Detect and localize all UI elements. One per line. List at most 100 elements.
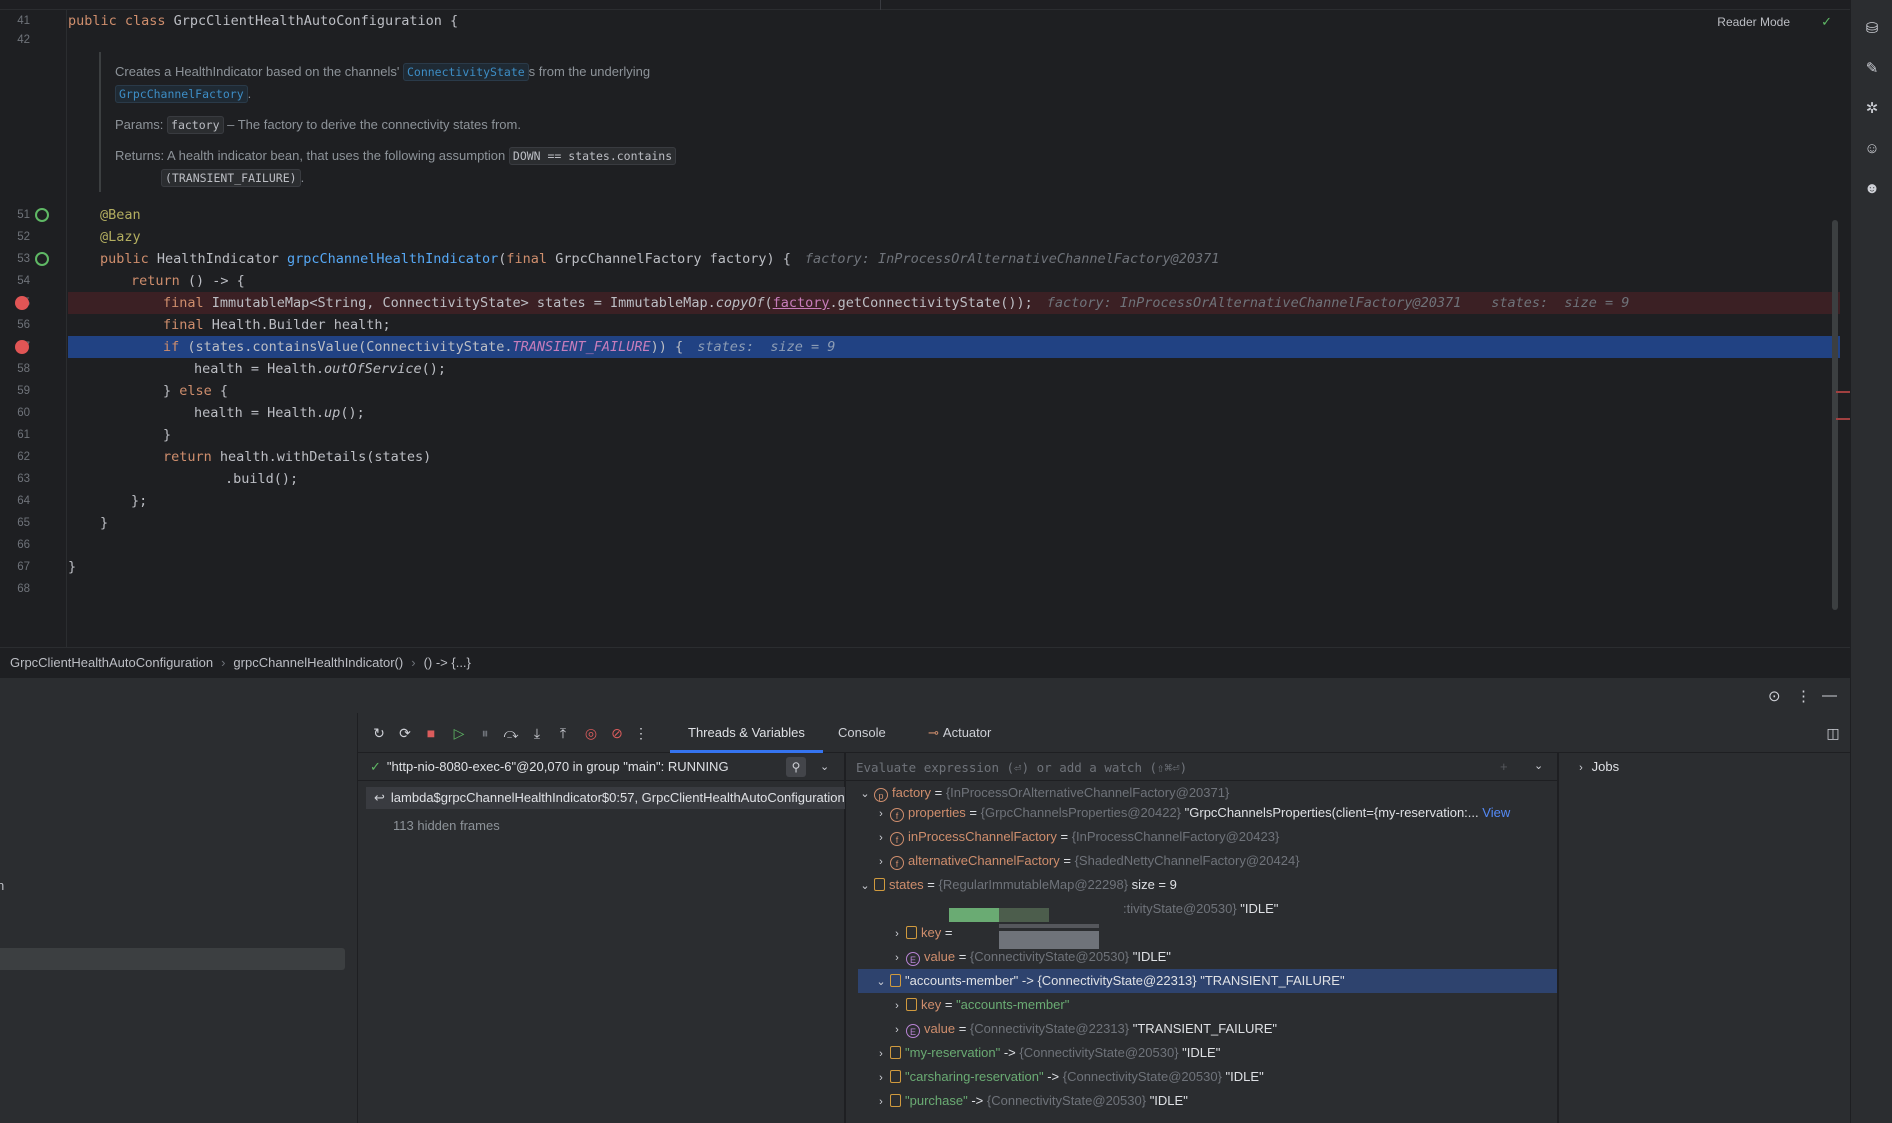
resume-icon[interactable]: ▷: [450, 725, 468, 742]
line-number: 67: [17, 561, 30, 573]
variable-row[interactable]: › f properties = {GrpcChannelsProperties@2…: [846, 801, 1557, 826]
hidden-frames-link[interactable]: 113 hidden frames: [393, 815, 500, 837]
breakpoint-icon[interactable]: [15, 340, 29, 354]
bean-gutter-icon[interactable]: [35, 208, 49, 222]
database-icon[interactable]: ⛁: [1863, 20, 1881, 38]
code-line-63[interactable]: .build();: [68, 468, 1840, 490]
variable-row[interactable]: › "carsharing-reservation" -> {Connectivi…: [846, 1065, 1557, 1090]
chevron-right-icon[interactable]: ›: [874, 802, 888, 826]
chevron-right-icon[interactable]: ›: [874, 1066, 888, 1090]
code-token: ();: [340, 405, 365, 421]
var-eq: =: [931, 785, 946, 800]
doc-label: Returns:: [115, 148, 165, 163]
chevron-right-icon[interactable]: ›: [890, 922, 904, 946]
chevron-right-icon[interactable]: ›: [1574, 754, 1588, 782]
error-stripe-mark[interactable]: [1836, 391, 1850, 393]
variable-row[interactable]: › Evalue = {ConnectivityState@20530} "IDL…: [846, 945, 1557, 970]
code-token: (states.containsValue(ConnectivityState.: [187, 339, 513, 355]
chevron-right-icon[interactable]: ›: [874, 826, 888, 850]
pause-icon[interactable]: ⏸: [476, 725, 494, 742]
mute-breakpoints-icon[interactable]: ⊘: [608, 725, 626, 742]
minimize-icon[interactable]: —: [1822, 687, 1837, 704]
evaluate-expression-input[interactable]: [856, 753, 1496, 781]
code-line-41[interactable]: public class GrpcClientHealthAutoConfigu…: [68, 10, 1840, 32]
variable-row[interactable]: › f inProcessChannelFactory = {InProcessCh…: [846, 825, 1557, 850]
code-line-62[interactable]: return health.withDetails(states): [68, 446, 1840, 468]
editor-scrollbar[interactable]: [1832, 220, 1838, 610]
filter-icon[interactable]: ⚲: [786, 757, 806, 777]
variable-row[interactable]: › key =: [846, 921, 1557, 946]
code-line-54[interactable]: return () -> {: [68, 270, 1840, 292]
breadcrumb-item[interactable]: GrpcClientHealthAutoConfiguration: [10, 655, 213, 670]
copilot-icon[interactable]: ☺: [1863, 140, 1881, 158]
chevron-down-icon[interactable]: ⌄: [874, 970, 888, 994]
breadcrumb-item[interactable]: grpcChannelHealthIndicator(): [233, 655, 403, 670]
doc-link[interactable]: ConnectivityState: [402, 63, 529, 81]
step-over-icon[interactable]: ⤼: [502, 725, 520, 742]
layout-icon[interactable]: ◫: [1824, 725, 1842, 742]
rerun-icon[interactable]: ↻: [370, 725, 388, 742]
tab-threads-variables[interactable]: Threads & Variables: [670, 713, 823, 753]
tab-actuator[interactable]: ⊸ Actuator: [928, 713, 991, 753]
chevron-right-icon[interactable]: ›: [874, 1090, 888, 1114]
more-icon[interactable]: ⋮: [632, 725, 650, 742]
code-line-59[interactable]: } else {: [68, 380, 1840, 402]
tab-console[interactable]: Console: [838, 713, 886, 753]
code-line-58[interactable]: health = Health.outOfService();: [68, 358, 1840, 380]
code-editor[interactable]: 41 42 51 52 53 54 55 56 57 58 59 60 61 6…: [0, 0, 1850, 647]
ai-assistant-icon[interactable]: ✲: [1863, 100, 1881, 118]
inline-value-hint: factory: InProcessOrAlternativeChannelFa…: [804, 251, 1220, 267]
code-line-52[interactable]: @Lazy: [68, 226, 1840, 248]
thread-selector[interactable]: ✓ "http-nio-8080-exec-6"@20,070 in group …: [358, 753, 845, 781]
variable-row[interactable]: ⌄ states = {RegularImmutableMap@22298} si…: [846, 873, 1557, 898]
variable-row[interactable]: › f alternativeChannelFactory = {ShadedNet…: [846, 849, 1557, 874]
stop-icon[interactable]: ■: [422, 725, 440, 741]
chevron-right-icon[interactable]: ›: [874, 850, 888, 874]
chevron-right-icon[interactable]: ›: [874, 1042, 888, 1066]
chevron-down-icon[interactable]: ⌄: [820, 760, 829, 773]
variable-row-selected[interactable]: ⌄ "accounts-member" -> {ConnectivityState…: [858, 969, 1557, 994]
step-out-icon[interactable]: ⤒: [554, 725, 572, 742]
selected-session-row[interactable]: [0, 948, 345, 970]
chevron-right-icon[interactable]: ›: [890, 1018, 904, 1042]
variable-row[interactable]: › key = "accounts-member": [846, 993, 1557, 1018]
view-link[interactable]: View: [1482, 805, 1510, 820]
doc-link[interactable]: GrpcChannelFactory: [115, 85, 248, 103]
chevron-down-icon[interactable]: ⌄: [858, 874, 872, 898]
settings-icon[interactable]: ⊙: [1768, 687, 1781, 705]
code-line-65[interactable]: }: [68, 512, 1840, 534]
rerun-alt-icon[interactable]: ⟳: [396, 725, 414, 742]
variable-row[interactable]: › "purchase" -> {ConnectivityState@20530}…: [846, 1089, 1557, 1114]
variable-row[interactable]: › Evalue = {ConnectivityState@22313} "TRA…: [846, 1017, 1557, 1042]
code-line-55[interactable]: final ImmutableMap<String, ConnectivityS…: [68, 292, 1840, 314]
inline-value-hint: states: size = 9: [697, 339, 836, 355]
var-name: alternativeChannelFactory: [908, 853, 1060, 868]
chevron-right-icon[interactable]: ›: [890, 994, 904, 1018]
editor-gutter[interactable]: 41 42 51 52 53 54 55 56 57 58 59 60 61 6…: [0, 10, 67, 647]
view-breakpoints-icon[interactable]: ◎: [582, 725, 600, 742]
code-line-67[interactable]: }: [68, 556, 1840, 578]
notifications-icon[interactable]: ✎: [1863, 60, 1881, 78]
error-stripe-mark[interactable]: [1836, 418, 1850, 420]
copilot-chat-icon[interactable]: ☻: [1863, 180, 1881, 198]
code-line-64[interactable]: };: [68, 490, 1840, 512]
variable-row[interactable]: › "my-reservation" -> {ConnectivityState@…: [846, 1041, 1557, 1066]
more-options-icon[interactable]: ⋮: [1796, 687, 1811, 705]
chevron-right-icon[interactable]: ›: [890, 946, 904, 970]
breakpoint-icon[interactable]: [15, 296, 29, 310]
code-line-57-current[interactable]: if (states.containsValue(ConnectivitySta…: [68, 336, 1840, 358]
code-line-53[interactable]: public HealthIndicator grpcChannelHealth…: [68, 248, 1840, 270]
step-into-icon[interactable]: ⤓: [528, 725, 546, 742]
add-watch-icon[interactable]: +: [1500, 759, 1508, 774]
bean-gutter-icon[interactable]: [35, 252, 49, 266]
jobs-node[interactable]: › Jobs: [1574, 753, 1619, 782]
code-line-51[interactable]: @Bean: [68, 204, 1840, 226]
code-line-61[interactable]: }: [68, 424, 1840, 446]
var-type: {ConnectivityState@20530}: [1019, 1045, 1179, 1060]
code-line-60[interactable]: health = Health.up();: [68, 402, 1840, 424]
chevron-down-icon[interactable]: ⌄: [1534, 759, 1543, 772]
reader-mode-button[interactable]: Reader Mode: [1717, 15, 1790, 29]
breadcrumb-item[interactable]: () -> {...}: [424, 655, 471, 670]
code-line-56[interactable]: final Health.Builder health;: [68, 314, 1840, 336]
frame-row-selected[interactable]: ↩ lambda$grpcChannelHealthIndicator$0:57,…: [366, 787, 845, 809]
